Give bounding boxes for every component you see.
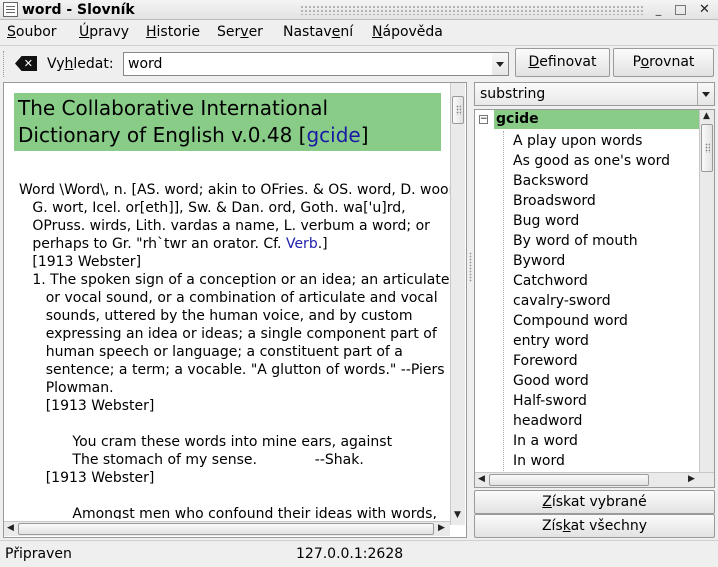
tree-guide-line — [503, 131, 504, 481]
scroll-right-arrow[interactable]: ▶ — [435, 522, 448, 535]
scroll-thumb[interactable] — [701, 124, 713, 172]
close-button[interactable]: ✕ — [697, 3, 712, 18]
definition-vscrollbar[interactable]: ▼ — [450, 83, 465, 525]
title-grip — [300, 5, 643, 15]
toolbar-handle[interactable] — [3, 51, 6, 77]
match-hscrollbar[interactable]: ◀ ▶ — [475, 472, 714, 487]
status-text: Připraven — [5, 546, 72, 562]
menu-settings[interactable]: Nastavení — [283, 20, 353, 45]
match-item[interactable]: Bug word — [513, 211, 670, 231]
match-item[interactable]: In word — [513, 451, 670, 471]
minimize-button[interactable]: _ — [651, 3, 666, 18]
strategy-value: substring — [480, 86, 546, 102]
hscroll-thumb[interactable] — [18, 523, 434, 535]
chevron-down-icon — [702, 92, 710, 97]
match-vscrollbar[interactable]: ▲ — [699, 110, 714, 472]
search-label: Vyhledat: — [47, 56, 114, 72]
title-bar[interactable]: word - Slovník _ ✕ — [0, 0, 718, 20]
scroll-left-arrow[interactable]: ◀ — [475, 473, 488, 486]
definition-content: The Collaborative International Dictiona… — [4, 83, 450, 519]
scroll-thumb[interactable] — [452, 96, 464, 124]
scroll-left-arrow[interactable]: ◀ — [4, 522, 17, 535]
cross-reference-link[interactable]: Verb — [286, 236, 318, 252]
definition-hscrollbar[interactable]: ◀ ▶ — [4, 521, 450, 536]
match-item[interactable]: Broadsword — [513, 191, 670, 211]
maximize-button[interactable] — [675, 5, 686, 15]
match-item[interactable]: Half-sword — [513, 391, 670, 411]
database-header: The Collaborative International Dictiona… — [14, 93, 441, 151]
definition-pane[interactable]: The Collaborative International Dictiona… — [3, 82, 467, 538]
menu-bar: Soubor Úpravy Historie Server Nastavení … — [0, 20, 718, 46]
menu-help[interactable]: Nápověda — [372, 20, 443, 45]
search-history-dropdown[interactable] — [492, 52, 509, 76]
get-selected-button[interactable]: Získat vybrané — [474, 490, 715, 514]
scroll-right-arrow[interactable]: ▶ — [685, 473, 698, 486]
match-item[interactable]: Backsword — [513, 171, 670, 191]
match-tree[interactable]: − gcide A play upon words As good as one… — [474, 109, 715, 488]
scroll-up-arrow[interactable]: ▲ — [700, 110, 713, 123]
match-item[interactable]: Catchword — [513, 271, 670, 291]
match-item[interactable]: Foreword — [513, 351, 670, 371]
match-item[interactable]: A play upon words — [513, 131, 670, 151]
get-all-button[interactable]: Získat všechny — [474, 514, 715, 538]
app-icon — [3, 2, 18, 17]
match-item[interactable]: entry word — [513, 331, 670, 351]
menu-file[interactable]: Soubor — [7, 20, 57, 45]
window-title: word - Slovník — [22, 2, 135, 18]
strategy-dropdown-button[interactable] — [697, 83, 714, 105]
match-item[interactable]: Good word — [513, 371, 670, 391]
match-item[interactable]: cavalry-sword — [513, 291, 670, 311]
strategy-select[interactable]: substring — [474, 82, 715, 106]
menu-history[interactable]: Historie — [146, 20, 200, 45]
server-address: 127.0.0.1:2628 — [296, 546, 404, 562]
match-item[interactable]: By word of mouth — [513, 231, 670, 251]
definition-text: Word \Word\, n. [AS. word; akin to OFrie… — [19, 182, 450, 519]
tree-root-gcide[interactable]: gcide — [494, 110, 701, 129]
status-bar: Připraven 127.0.0.1:2628 — [0, 540, 718, 567]
scroll-down-arrow[interactable]: ▼ — [451, 509, 464, 522]
match-item[interactable]: As good as one's word — [513, 151, 670, 171]
match-list: A play upon words As good as one's word … — [513, 131, 670, 471]
compare-button[interactable]: Porovnat — [613, 48, 714, 77]
search-input[interactable] — [123, 52, 493, 76]
define-button[interactable]: Definovat — [515, 48, 610, 77]
collapse-icon[interactable]: − — [479, 115, 488, 124]
pane-splitter[interactable] — [468, 82, 473, 538]
hscroll-thumb[interactable] — [489, 474, 649, 486]
match-item[interactable]: headword — [513, 411, 670, 431]
database-link[interactable]: gcide — [306, 123, 360, 147]
match-item[interactable]: Compound word — [513, 311, 670, 331]
menu-server[interactable]: Server — [217, 20, 263, 45]
clear-entry-icon[interactable]: ✕ — [15, 56, 37, 71]
menu-edit[interactable]: Úpravy — [79, 20, 129, 45]
chevron-down-icon — [496, 62, 504, 67]
match-item[interactable]: In a word — [513, 431, 670, 451]
match-item[interactable]: Byword — [513, 251, 670, 271]
